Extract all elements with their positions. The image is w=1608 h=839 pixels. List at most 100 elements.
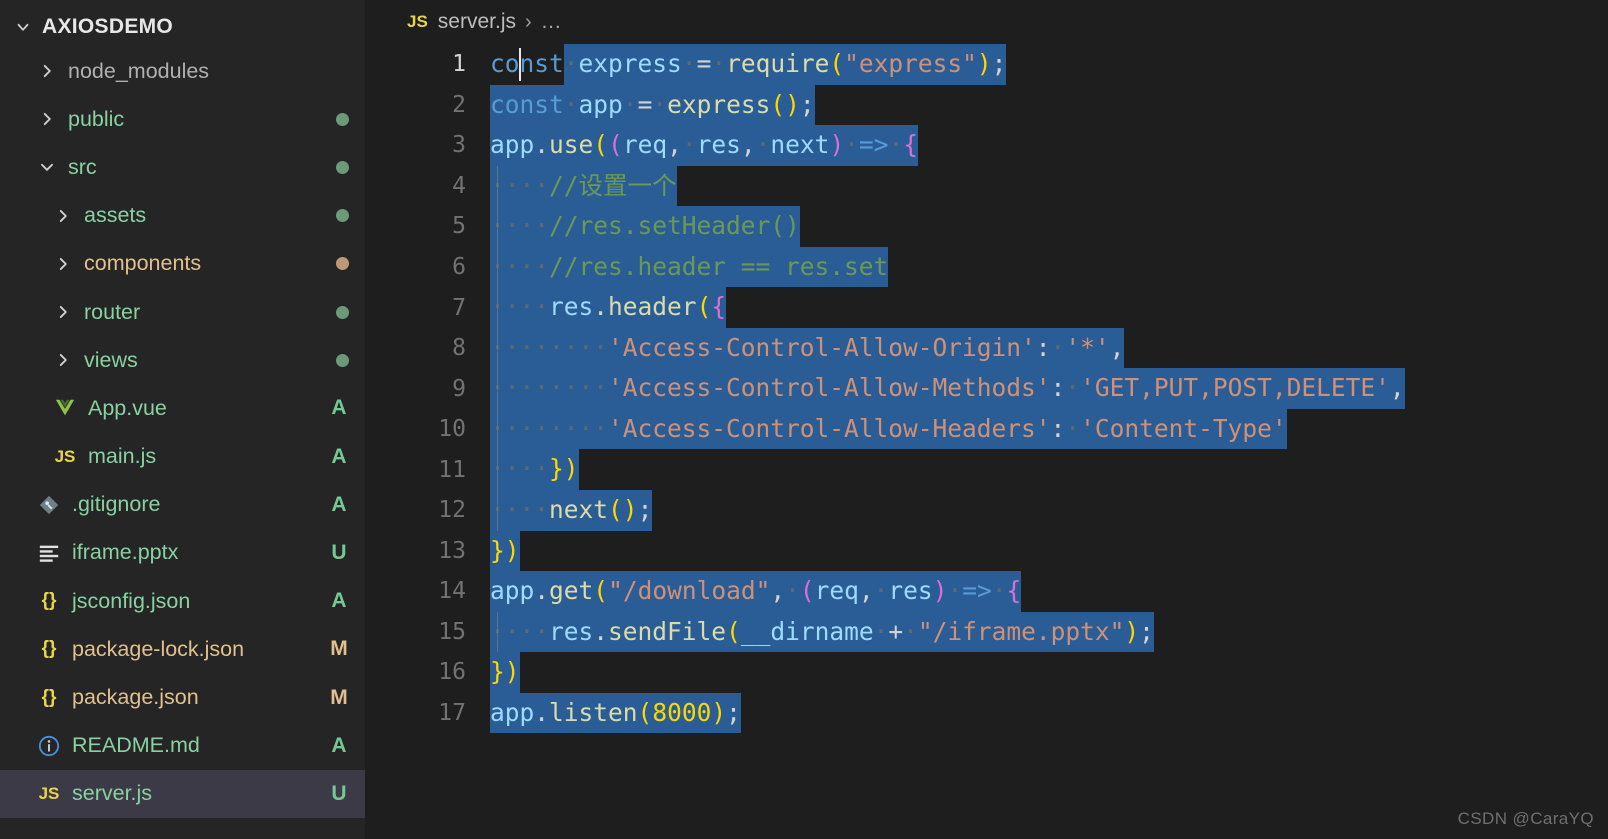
code-token: ;: [799, 84, 815, 126]
file-tree-label: public: [68, 106, 125, 131]
chevron-right-icon[interactable]: [48, 351, 78, 369]
code-line[interactable]: 17 app.listen(8000);: [365, 692, 1608, 734]
folder-item-src[interactable]: src: [0, 143, 365, 191]
line-number: 1: [452, 51, 466, 78]
folder-item-components[interactable]: components: [0, 240, 365, 288]
folder-item-assets[interactable]: assets: [0, 192, 365, 240]
line-number: 9: [452, 375, 466, 402]
code-token: (: [608, 490, 623, 531]
chevron-right-icon[interactable]: [32, 62, 62, 80]
chevron-right-icon[interactable]: [48, 303, 78, 321]
file-tree-label: main.js: [88, 444, 157, 469]
code-line-text: ····}): [490, 449, 1608, 491]
indent-guide: [497, 246, 499, 288]
code-token: header: [608, 287, 697, 328]
code-line[interactable]: 4 ····//设置一个: [365, 165, 1608, 207]
chevron-right-icon[interactable]: [32, 110, 62, 128]
code-token: .: [534, 571, 550, 612]
chevron-down-icon[interactable]: [32, 158, 62, 176]
breadcrumb-separator-icon: ›: [524, 10, 532, 33]
file-tree-label: assets: [84, 203, 147, 228]
code-token: =: [696, 44, 712, 85]
breadcrumb-file[interactable]: server.js: [438, 10, 516, 34]
folder-item-public[interactable]: public: [0, 95, 365, 143]
code-token: ·: [903, 611, 918, 653]
code-line[interactable]: 13}): [365, 530, 1608, 572]
code-token: //res.header == res.set: [549, 246, 889, 288]
file-item-iframe-pptx[interactable]: iframe.pptx U: [0, 529, 365, 577]
code-line[interactable]: 16}): [365, 652, 1608, 693]
breadcrumb[interactable]: JS server.js › …: [365, 0, 1608, 44]
code-token: const: [490, 84, 564, 126]
code-line[interactable]: 6 ····//res.header == res.set: [365, 246, 1608, 288]
code-line[interactable]: 11 ····}): [365, 449, 1608, 491]
file-item-package-json[interactable]: {} package.json M: [0, 673, 365, 721]
file-item-package-lock-json[interactable]: {} package-lock.json M: [0, 625, 365, 673]
code-token: __dirname: [740, 611, 874, 653]
chevron-down-icon[interactable]: [8, 18, 38, 36]
powerpoint-icon: [32, 542, 66, 564]
chevron-right-icon[interactable]: [48, 255, 78, 273]
folder-item-node-modules[interactable]: node_modules: [0, 47, 365, 95]
file-tree: node_modulespublic src assets components rou…: [0, 47, 365, 818]
file-tree-label: package-lock.json: [72, 636, 245, 661]
line-number: 7: [452, 294, 466, 321]
code-editor-pane: JS server.js › … 1 const·express·=·requir…: [365, 0, 1608, 839]
file-item-main-js[interactable]: JS main.js A: [0, 433, 365, 481]
code-token: '*': [1065, 327, 1110, 369]
line-number: 2: [452, 91, 466, 118]
file-item-app-vue[interactable]: App.vue A: [0, 384, 365, 432]
code-token: 'Access-Control-Allow-Methods': [608, 368, 1051, 409]
git-status-badge: A: [331, 492, 347, 516]
code-token: ,: [1109, 327, 1125, 369]
code-line[interactable]: 7 ····res.header({: [365, 287, 1608, 328]
code-line[interactable]: 14 app.get("/download",·(req,·res)·=>·{: [365, 571, 1608, 612]
code-line[interactable]: 9 ········'Access-Control-Allow-Methods':…: [365, 368, 1608, 409]
code-token: {: [1006, 571, 1022, 612]
code-token: 'Access-Control-Allow-Headers': [608, 408, 1051, 450]
code-token: "/download": [608, 571, 771, 612]
code-line[interactable]: 12 ····next();: [365, 490, 1608, 531]
folder-item-router[interactable]: router: [0, 288, 365, 336]
code-line[interactable]: 2 const·app·=·express();: [365, 84, 1608, 126]
code-line[interactable]: 10 ········'Access-Control-Allow-Headers'…: [365, 408, 1608, 450]
file-item-jsconfig-json[interactable]: {} jsconfig.json A: [0, 577, 365, 625]
code-line[interactable]: 3 app.use((req,·res,·next)·=>·{: [365, 125, 1608, 166]
git-status-badge: A: [331, 396, 347, 420]
folder-change-dot-icon: [336, 305, 349, 319]
code-line[interactable]: 5 ····//res.setHeader(): [365, 206, 1608, 247]
text-cursor: [519, 48, 522, 81]
chevron-right-icon[interactable]: [48, 207, 78, 225]
code-token: =>: [962, 571, 992, 612]
code-token: 'Content-Type': [1080, 408, 1287, 450]
js-icon: JS: [407, 12, 428, 31]
explorer-root-folder[interactable]: AXIOSDEMO: [0, 6, 365, 47]
code-token: ····: [490, 287, 550, 328]
file-item-gitignore[interactable]: .gitignore A: [0, 481, 365, 529]
breadcrumb-overflow[interactable]: …: [541, 10, 563, 34]
code-token: ): [1124, 611, 1140, 653]
code-token: (: [608, 125, 623, 166]
folder-item-views[interactable]: views: [0, 336, 365, 384]
code-content[interactable]: 1 const·express·=·require("express"); 2 con…: [365, 44, 1608, 839]
code-line[interactable]: 8 ········'Access-Control-Allow-Origin':·…: [365, 327, 1608, 369]
git-status-badge: A: [331, 589, 347, 613]
git-status-badge: M: [330, 685, 348, 709]
code-line[interactable]: 1 const·express·=·require("express");: [365, 44, 1608, 85]
file-tree-label: App.vue: [88, 395, 167, 420]
code-token: const: [490, 49, 564, 78]
code-token: (: [696, 287, 712, 328]
code-line-text: ····//设置一个: [490, 165, 1608, 207]
code-token: 'Access-Control-Allow-Origin': [608, 327, 1036, 369]
code-token: ·: [622, 84, 638, 126]
code-token: ·: [991, 571, 1007, 612]
line-number: 3: [452, 132, 466, 159]
file-item-server-js[interactable]: JS server.js U: [0, 769, 365, 818]
file-item-readme-md[interactable]: README.md A: [0, 722, 365, 770]
code-line[interactable]: 15 ····res.sendFile(__dirname·+·"/iframe.…: [365, 611, 1608, 653]
code-token: ····: [490, 611, 550, 653]
code-token: res: [549, 611, 594, 653]
json-icon: {}: [41, 590, 57, 612]
file-tree-label: views: [84, 347, 138, 372]
code-token: ·: [873, 571, 889, 612]
